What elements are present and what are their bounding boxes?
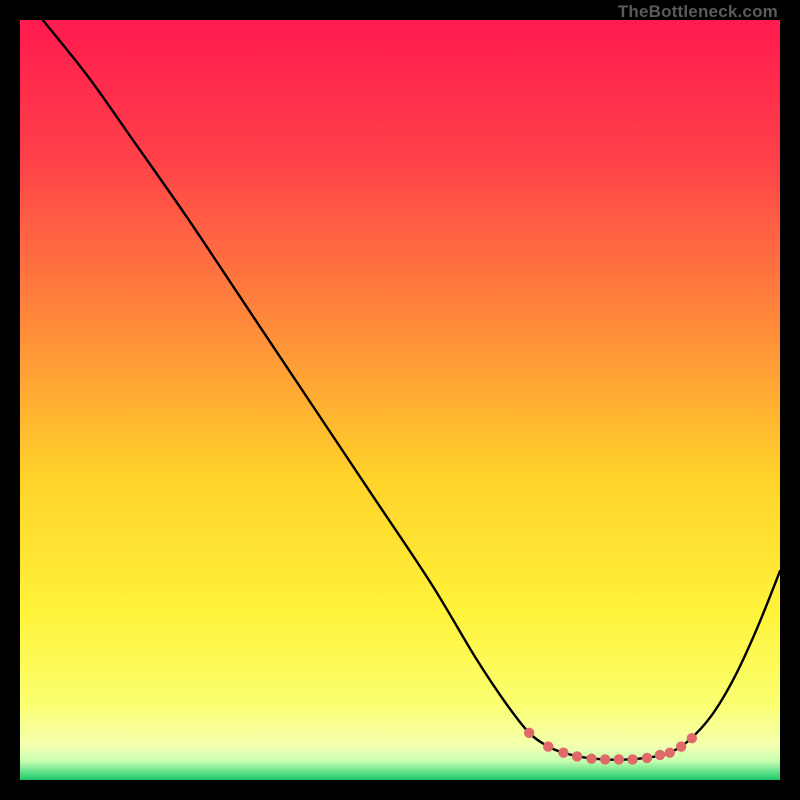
valley-marker [558,747,568,757]
valley-marker [687,733,697,743]
valley-marker [676,741,686,751]
valley-marker [572,751,582,761]
valley-marker [665,747,675,757]
chart-svg [20,20,780,780]
valley-marker [600,754,610,764]
chart-stage: TheBottleneck.com [0,0,800,800]
gradient-background [20,20,780,780]
valley-marker [524,728,534,738]
valley-marker [655,750,665,760]
valley-marker [642,753,652,763]
watermark-label: TheBottleneck.com [618,2,778,22]
plot-area [20,20,780,780]
valley-marker [614,754,624,764]
valley-marker [586,754,596,764]
valley-marker [627,754,637,764]
valley-marker [543,741,553,751]
